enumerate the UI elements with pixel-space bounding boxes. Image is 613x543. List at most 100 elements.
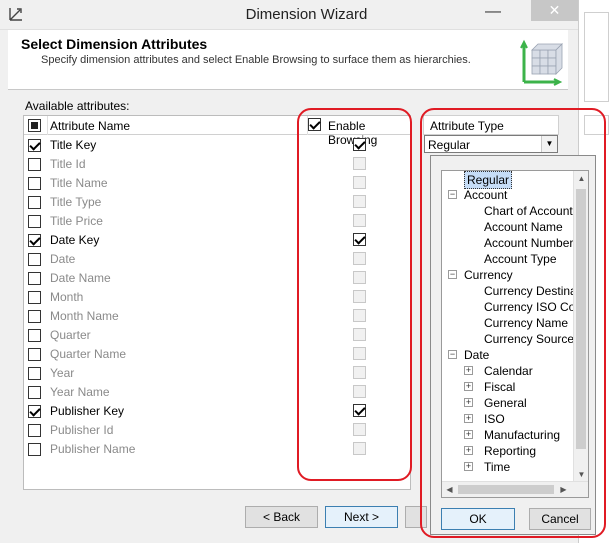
background-panel [584, 115, 609, 135]
attribute-row[interactable]: Title Price [24, 211, 410, 230]
collapse-icon[interactable]: − [448, 190, 457, 199]
attribute-checkbox[interactable] [28, 367, 41, 380]
next-button[interactable]: Next > [325, 506, 398, 528]
tree-item-label: Account [464, 188, 508, 202]
scroll-right-icon[interactable]: ▶ [556, 482, 571, 497]
tree-item-label: Regular [464, 171, 513, 189]
expand-icon[interactable]: + [464, 366, 473, 375]
attribute-checkbox[interactable] [28, 386, 41, 399]
scroll-thumb[interactable] [458, 485, 554, 494]
attribute-row[interactable]: Title Id [24, 154, 410, 173]
enable-browsing-checkbox[interactable] [353, 195, 366, 208]
title-bar: Dimension Wizard — ✕ [0, 0, 613, 30]
select-all-checkbox[interactable] [28, 119, 41, 132]
collapse-icon[interactable]: − [448, 270, 457, 279]
tree-item-label: Time [484, 460, 511, 474]
enable-browsing-checkbox[interactable] [353, 157, 366, 170]
attribute-row[interactable]: Publisher Name [24, 439, 410, 458]
attribute-checkbox[interactable] [28, 291, 41, 304]
enable-browsing-checkbox[interactable] [353, 347, 366, 360]
column-header-name: Attribute Name [48, 116, 308, 135]
back-button[interactable]: < Back [245, 506, 318, 528]
attribute-row[interactable]: Year [24, 363, 410, 382]
attribute-name: Month Name [50, 309, 119, 323]
attribute-name: Year [50, 366, 75, 380]
attribute-row[interactable]: Title Key [24, 135, 410, 154]
attribute-row[interactable]: Title Name [24, 173, 410, 192]
scroll-up-icon[interactable]: ▲ [574, 171, 588, 187]
attribute-checkbox[interactable] [28, 405, 41, 418]
enable-browsing-checkbox[interactable] [353, 233, 366, 246]
attribute-checkbox[interactable] [28, 443, 41, 456]
scroll-thumb[interactable] [576, 189, 586, 449]
expand-icon[interactable]: + [464, 446, 473, 455]
attributes-grid: Attribute Name Enable Browsing Title Key… [23, 115, 411, 490]
collapse-icon[interactable]: − [448, 350, 457, 359]
attribute-checkbox[interactable] [28, 215, 41, 228]
attribute-row[interactable]: Title Type [24, 192, 410, 211]
available-attributes-label: Available attributes: [25, 99, 130, 113]
enable-browsing-all-checkbox[interactable] [308, 118, 321, 131]
finish-button-partial[interactable] [405, 506, 427, 528]
enable-browsing-checkbox[interactable] [353, 176, 366, 189]
attribute-checkbox[interactable] [28, 272, 41, 285]
enable-browsing-checkbox[interactable] [353, 309, 366, 322]
attribute-checkbox[interactable] [28, 196, 41, 209]
tree-horizontal-scrollbar[interactable]: ◀ ▶ [442, 481, 588, 497]
tree-item-label: Currency Name [484, 316, 569, 330]
attribute-row[interactable]: Month [24, 287, 410, 306]
attribute-row[interactable]: Publisher Id [24, 420, 410, 439]
attribute-type-dropdown[interactable]: Regular ▼ [424, 135, 558, 153]
attribute-rows: Title Key Title Id Title Name Title Type Tit… [24, 135, 410, 458]
tree-item-label: Chart of Accounts [484, 204, 579, 218]
enable-browsing-checkbox[interactable] [353, 252, 366, 265]
attribute-row[interactable]: Quarter Name [24, 344, 410, 363]
cancel-button[interactable]: Cancel [529, 508, 591, 530]
expand-icon[interactable]: + [464, 430, 473, 439]
attribute-checkbox[interactable] [28, 139, 41, 152]
attribute-checkbox[interactable] [28, 310, 41, 323]
attribute-row[interactable]: Year Name [24, 382, 410, 401]
attribute-type-tree: + Time + Reporting + Manufacturing + ISO + Genera… [441, 170, 589, 498]
attribute-row[interactable]: Date [24, 249, 410, 268]
attribute-row[interactable]: Publisher Key [24, 401, 410, 420]
tree-item-label: Date [464, 348, 490, 362]
attribute-checkbox[interactable] [28, 424, 41, 437]
page-description: Specify dimension attributes and select … [41, 54, 471, 66]
attribute-checkbox[interactable] [28, 177, 41, 190]
attribute-checkbox[interactable] [28, 348, 41, 361]
expand-icon[interactable]: + [464, 398, 473, 407]
enable-browsing-checkbox[interactable] [353, 442, 366, 455]
enable-browsing-checkbox[interactable] [353, 271, 366, 284]
attribute-name: Quarter Name [50, 347, 127, 361]
enable-browsing-checkbox[interactable] [353, 385, 366, 398]
attribute-row[interactable]: Month Name [24, 306, 410, 325]
enable-browsing-checkbox[interactable] [353, 290, 366, 303]
enable-browsing-checkbox[interactable] [353, 138, 366, 151]
wizard-header: Select Dimension Attributes Specify dime… [8, 30, 568, 90]
expand-icon[interactable]: + [464, 382, 473, 391]
attribute-row[interactable]: Date Name [24, 268, 410, 287]
attribute-name: Publisher Name [50, 442, 136, 456]
tree-item-label: Fiscal [484, 380, 516, 394]
attribute-checkbox[interactable] [28, 158, 41, 171]
attribute-checkbox[interactable] [28, 234, 41, 247]
enable-browsing-checkbox[interactable] [353, 404, 366, 417]
dropdown-arrow-icon[interactable]: ▼ [541, 136, 557, 152]
attribute-row[interactable]: Date Key [24, 230, 410, 249]
attribute-checkbox[interactable] [28, 253, 41, 266]
ok-button[interactable]: OK [441, 508, 515, 530]
scroll-left-icon[interactable]: ◀ [442, 482, 457, 497]
attribute-row[interactable]: Quarter [24, 325, 410, 344]
minimize-button[interactable]: — [478, 0, 508, 26]
attribute-name: Publisher Key [50, 404, 125, 418]
enable-browsing-checkbox[interactable] [353, 366, 366, 379]
expand-icon[interactable]: + [464, 414, 473, 423]
close-button[interactable]: ✕ [531, 0, 578, 21]
enable-browsing-checkbox[interactable] [353, 214, 366, 227]
enable-browsing-checkbox[interactable] [353, 328, 366, 341]
enable-browsing-checkbox[interactable] [353, 423, 366, 436]
expand-icon[interactable]: + [464, 462, 473, 471]
attribute-checkbox[interactable] [28, 329, 41, 342]
tree-vertical-scrollbar[interactable]: ▲ ▼ [573, 171, 588, 483]
